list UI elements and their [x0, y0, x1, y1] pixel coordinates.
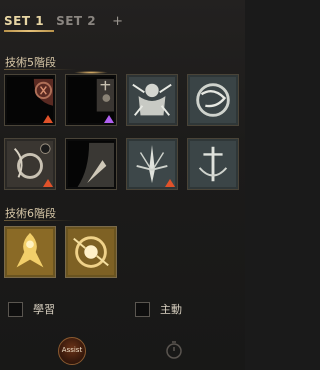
section-divider	[4, 69, 76, 70]
section-divider	[4, 220, 76, 221]
set-tabs: SET 1 SET 2 +	[4, 12, 123, 30]
learn-checkbox-row[interactable]: 學習	[8, 301, 55, 317]
learn-checkbox-label: 學習	[33, 303, 55, 316]
active-tab-indicator	[4, 30, 54, 32]
assist-label: Assist	[61, 346, 83, 354]
section-title-tier6: 技術6階段	[5, 207, 56, 220]
stopwatch-icon[interactable]	[164, 340, 184, 360]
golden-vortex-icon	[68, 229, 114, 275]
tab-set-1[interactable]: SET 1	[4, 14, 44, 28]
skill-slot-7[interactable]	[126, 138, 178, 190]
add-set-button[interactable]: +	[112, 14, 123, 29]
warrior-crest-icon	[129, 77, 175, 123]
learn-checkbox[interactable]	[8, 301, 23, 317]
skill-slot-3[interactable]	[126, 74, 178, 126]
tab-set-2[interactable]: SET 2	[56, 14, 96, 28]
skill-slot-6[interactable]	[65, 138, 117, 190]
upgrade-arrow-icon	[43, 179, 53, 187]
active-checkbox[interactable]	[135, 301, 150, 317]
skill-slot-2[interactable]	[65, 71, 117, 126]
skill-panel: SET 1 SET 2 + 技術5階段 技術6階段 學習 主動 Assist	[0, 0, 245, 370]
active-checkbox-row[interactable]: 主動	[135, 301, 182, 317]
upgrade-arrow-icon	[43, 115, 53, 123]
active-checkbox-label: 主動	[160, 303, 182, 316]
golden-figure-icon	[7, 229, 53, 275]
serpent-icon	[190, 77, 236, 123]
shadow-strike-icon	[68, 141, 114, 187]
skill-slot-1[interactable]	[4, 74, 56, 126]
skill-slot-10[interactable]	[65, 226, 117, 278]
skill-slot-8[interactable]	[187, 138, 239, 190]
upgrade-arrow-icon	[104, 115, 114, 123]
skill-slot-9[interactable]	[4, 226, 56, 278]
sword-ring-icon	[190, 141, 236, 187]
upgrade-arrow-icon	[165, 179, 175, 187]
skill-slot-5[interactable]	[4, 138, 56, 190]
assist-button[interactable]: Assist	[58, 337, 86, 365]
equipped-glow	[74, 71, 108, 74]
section-title-tier5: 技術5階段	[5, 56, 56, 69]
skill-slot-4[interactable]	[187, 74, 239, 126]
